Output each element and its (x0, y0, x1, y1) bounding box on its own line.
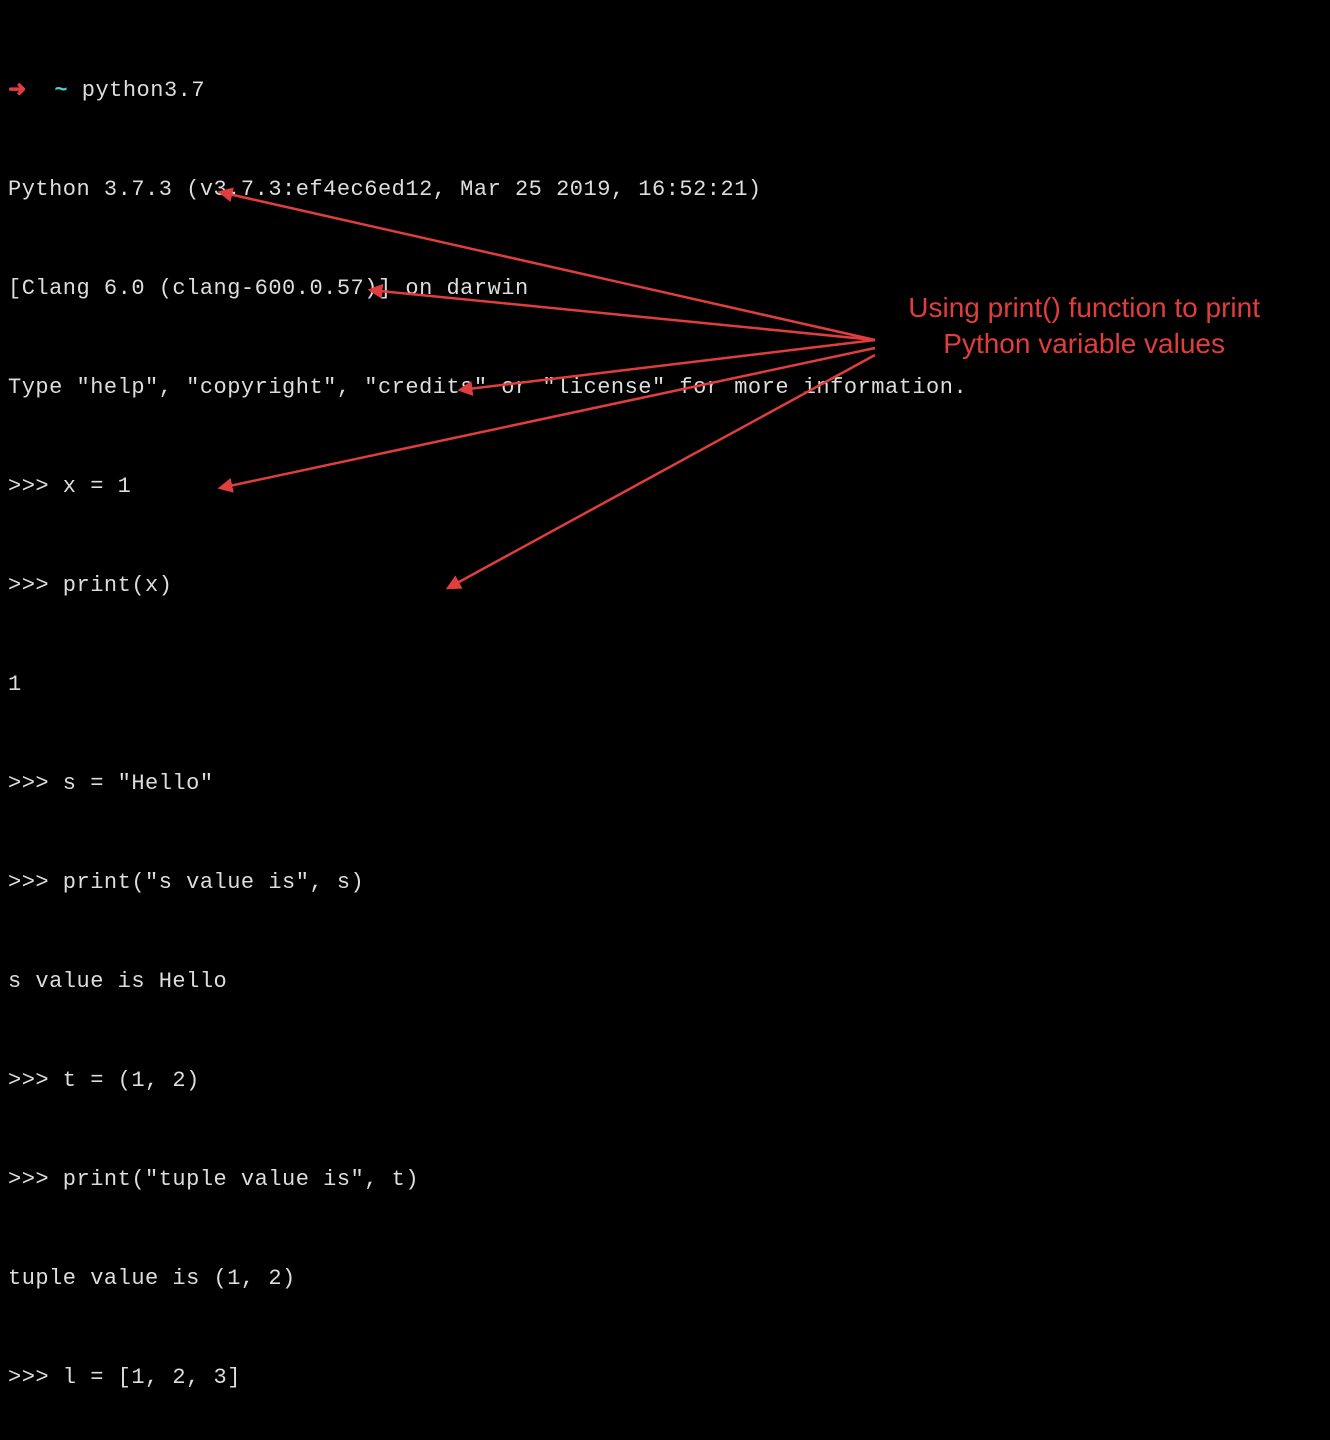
terminal-line: >>> print(x) (8, 569, 1322, 602)
annotation-line2: Python variable values (908, 326, 1260, 362)
terminal-line: tuple value is (1, 2) (8, 1262, 1322, 1295)
terminal-line: Type "help", "copyright", "credits" or "… (8, 371, 1322, 404)
shell-prompt-line: ➜ ~ python3.7 (8, 74, 1322, 107)
prompt-arrow-icon: ➜ (8, 78, 27, 103)
annotation-line1: Using print() function to print (908, 290, 1260, 326)
annotation-text: Using print() function to print Python v… (908, 290, 1260, 363)
prompt-tilde: ~ (54, 78, 68, 103)
terminal-line: >>> s = "Hello" (8, 767, 1322, 800)
terminal-line: Python 3.7.3 (v3.7.3:ef4ec6ed12, Mar 25 … (8, 173, 1322, 206)
terminal-line: >>> print("tuple value is", t) (8, 1163, 1322, 1196)
terminal-line: >>> print("s value is", s) (8, 866, 1322, 899)
terminal-line: s value is Hello (8, 965, 1322, 998)
terminal-line: >>> t = (1, 2) (8, 1064, 1322, 1097)
terminal-line: 1 (8, 668, 1322, 701)
terminal[interactable]: ➜ ~ python3.7 Python 3.7.3 (v3.7.3:ef4ec… (8, 8, 1322, 1440)
terminal-line: >>> x = 1 (8, 470, 1322, 503)
terminal-line: >>> l = [1, 2, 3] (8, 1361, 1322, 1394)
shell-command: python3.7 (82, 78, 205, 103)
